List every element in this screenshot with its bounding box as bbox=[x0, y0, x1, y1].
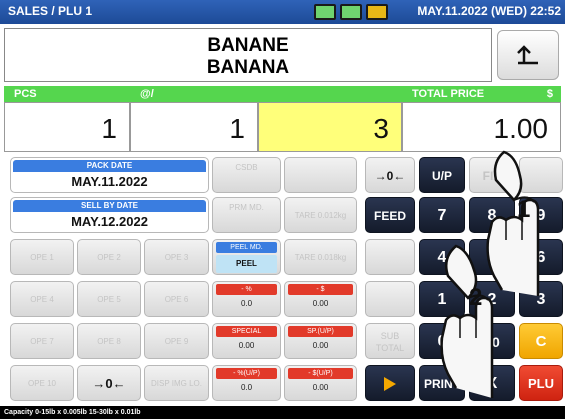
peel-mode-value: PEEL bbox=[216, 255, 277, 273]
capacity-status: Capacity 0-15lb x 0.005lb 15-30lb x 0.01… bbox=[0, 406, 565, 419]
special-unit-price-value: 0.00 bbox=[312, 341, 329, 350]
tare-button-2[interactable]: TARE 0.018kg bbox=[284, 239, 357, 275]
peel-mode-button[interactable]: PEEL MD. PEEL bbox=[212, 239, 281, 275]
discount-amount-button[interactable]: - $ 0.00 bbox=[284, 281, 357, 317]
total-price-label: TOTAL PRICE bbox=[412, 88, 485, 100]
tare-button-1[interactable]: TARE 0.012kg bbox=[284, 197, 357, 233]
zero-indicator-icon bbox=[340, 4, 362, 20]
ope-3-button[interactable]: OPE 3 bbox=[144, 239, 209, 275]
item-name-line-1: BANANE bbox=[207, 35, 289, 56]
ope-1-button[interactable]: OPE 1 bbox=[10, 239, 74, 275]
discount-amount-unit-price-label: - $(U/P) bbox=[288, 368, 353, 379]
discount-percent-unit-price-button[interactable]: - %(U/P) 0.0 bbox=[212, 365, 281, 401]
sell-by-date-label: SELL BY DATE bbox=[13, 200, 206, 212]
csdb-button[interactable]: CSDB bbox=[212, 157, 281, 193]
blank-key-4[interactable] bbox=[365, 281, 415, 317]
hand-2-label: 2 bbox=[469, 284, 483, 311]
screen-title: SALES / PLU 1 bbox=[8, 4, 93, 18]
ope-6-button[interactable]: OPE 6 bbox=[144, 281, 209, 317]
zero-button-left[interactable]: →0← bbox=[77, 365, 141, 401]
subtotal-label-2: TOTAL bbox=[375, 343, 405, 353]
discount-percent-unit-price-value: 0.0 bbox=[240, 383, 253, 392]
discount-percent-label: - % bbox=[216, 284, 277, 295]
ope-8-button[interactable]: OPE 8 bbox=[77, 323, 141, 359]
feed-key[interactable]: FEED bbox=[365, 197, 415, 233]
ope-5-button[interactable]: OPE 5 bbox=[77, 281, 141, 317]
special-price-value: 0.00 bbox=[238, 341, 255, 350]
sell-by-date-value: MAY.12.2022 bbox=[71, 214, 148, 229]
blank-key-1[interactable] bbox=[284, 157, 357, 193]
peel-mode-label: PEEL MD. bbox=[216, 242, 277, 253]
battery-icon bbox=[366, 4, 388, 20]
special-price-button[interactable]: SPECIAL 0.00 bbox=[212, 323, 281, 359]
special-unit-price-label: SP.(U/P) bbox=[288, 326, 353, 337]
discount-amount-unit-price-value: 0.00 bbox=[312, 383, 329, 392]
special-price-label: SPECIAL bbox=[216, 326, 277, 337]
unit-price-header: @/ bbox=[130, 86, 258, 102]
currency-symbol: $ bbox=[546, 88, 553, 100]
ope-7-button[interactable]: OPE 7 bbox=[10, 323, 74, 359]
subtotal-key[interactable]: SUB TOTAL bbox=[365, 323, 415, 359]
title-bar: SALES / PLU 1 MAY.11.2022 (WED) 22:52 bbox=[0, 0, 565, 24]
pcs-value[interactable]: 1 bbox=[4, 102, 130, 152]
ope-4-button[interactable]: OPE 4 bbox=[10, 281, 74, 317]
prm-md-button[interactable]: PRM MD. bbox=[212, 197, 281, 233]
item-name-line-2: BANANA bbox=[206, 57, 290, 78]
plu-key[interactable]: PLU bbox=[519, 365, 563, 401]
discount-percent-unit-price-label: - %(U/P) bbox=[216, 368, 277, 379]
total-price-header: TOTAL PRICE $ bbox=[402, 86, 561, 102]
sell-by-date-field[interactable]: SELL BY DATE MAY.12.2022 bbox=[10, 197, 209, 233]
scale-indicator-icon bbox=[314, 4, 336, 20]
subtotal-label-1: SUB bbox=[380, 331, 400, 341]
pcs-header: PCS bbox=[4, 86, 130, 102]
hand-1-label: 1 bbox=[517, 196, 531, 223]
back-button[interactable] bbox=[497, 30, 559, 80]
pointing-hand-2-icon bbox=[440, 244, 494, 398]
ope-9-button[interactable]: OPE 9 bbox=[144, 323, 209, 359]
entry-value[interactable]: 3 bbox=[258, 102, 402, 152]
special-unit-price-button[interactable]: SP.(U/P) 0.00 bbox=[284, 323, 357, 359]
display-image-button[interactable]: DISP IMG LO. bbox=[144, 365, 209, 401]
play-icon bbox=[384, 377, 396, 391]
blank-key-3[interactable] bbox=[365, 239, 415, 275]
key-7[interactable]: 7 bbox=[419, 197, 465, 233]
discount-percent-value: 0.0 bbox=[240, 299, 253, 308]
ope-2-button[interactable]: OPE 2 bbox=[77, 239, 141, 275]
item-name-box: BANANE BANANA bbox=[4, 28, 492, 82]
clear-key[interactable]: C bbox=[519, 323, 563, 359]
ope-10-button[interactable]: OPE 10 bbox=[10, 365, 74, 401]
unit-price-value[interactable]: 1 bbox=[130, 102, 258, 152]
pack-date-value: MAY.11.2022 bbox=[71, 174, 148, 189]
pack-date-field[interactable]: PACK DATE MAY.11.2022 bbox=[10, 157, 209, 193]
discount-amount-label: - $ bbox=[288, 284, 353, 295]
pack-date-label: PACK DATE bbox=[13, 160, 206, 172]
return-arrow-icon bbox=[517, 45, 538, 65]
datetime: MAY.11.2022 (WED) 22:52 bbox=[417, 4, 561, 18]
discount-amount-value: 0.00 bbox=[312, 299, 329, 308]
discount-percent-button[interactable]: - % 0.0 bbox=[212, 281, 281, 317]
unit-price-key[interactable]: U/P bbox=[419, 157, 465, 193]
play-button[interactable] bbox=[365, 365, 415, 401]
entry-header bbox=[258, 86, 402, 102]
zero-button[interactable]: →0← bbox=[365, 157, 415, 193]
discount-amount-unit-price-button[interactable]: - $(U/P) 0.00 bbox=[284, 365, 357, 401]
